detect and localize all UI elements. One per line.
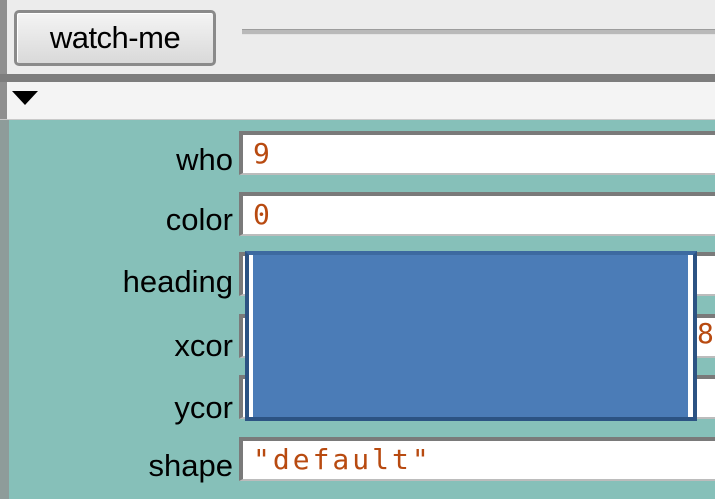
toolbar-slider-track[interactable] (242, 29, 715, 35)
panel-left-edge (0, 120, 9, 499)
watch-me-button[interactable]: watch-me (14, 10, 216, 66)
triangle-down-icon[interactable] (12, 91, 38, 105)
shape-label: shape (148, 448, 233, 483)
collapse-row-left-edge (0, 82, 7, 119)
overlay-left-highlight (249, 255, 253, 417)
xcor-label: xcor (174, 328, 233, 363)
toolbar: watch-me (0, 0, 715, 74)
heading-label: heading (122, 264, 233, 299)
collapse-row (0, 82, 715, 120)
overlay-right-highlight (688, 255, 693, 417)
color-field[interactable]: 0 (239, 192, 715, 236)
who-label: who (176, 142, 233, 177)
ycor-label: ycor (174, 390, 233, 425)
window-left-edge (0, 0, 7, 74)
who-field[interactable]: 9 (239, 131, 715, 175)
divider (0, 74, 715, 82)
color-label: color (165, 202, 233, 237)
xcor-value-peek: 8 (697, 317, 714, 350)
shape-field[interactable]: "default" (239, 437, 715, 481)
selection-overlay (245, 251, 697, 421)
